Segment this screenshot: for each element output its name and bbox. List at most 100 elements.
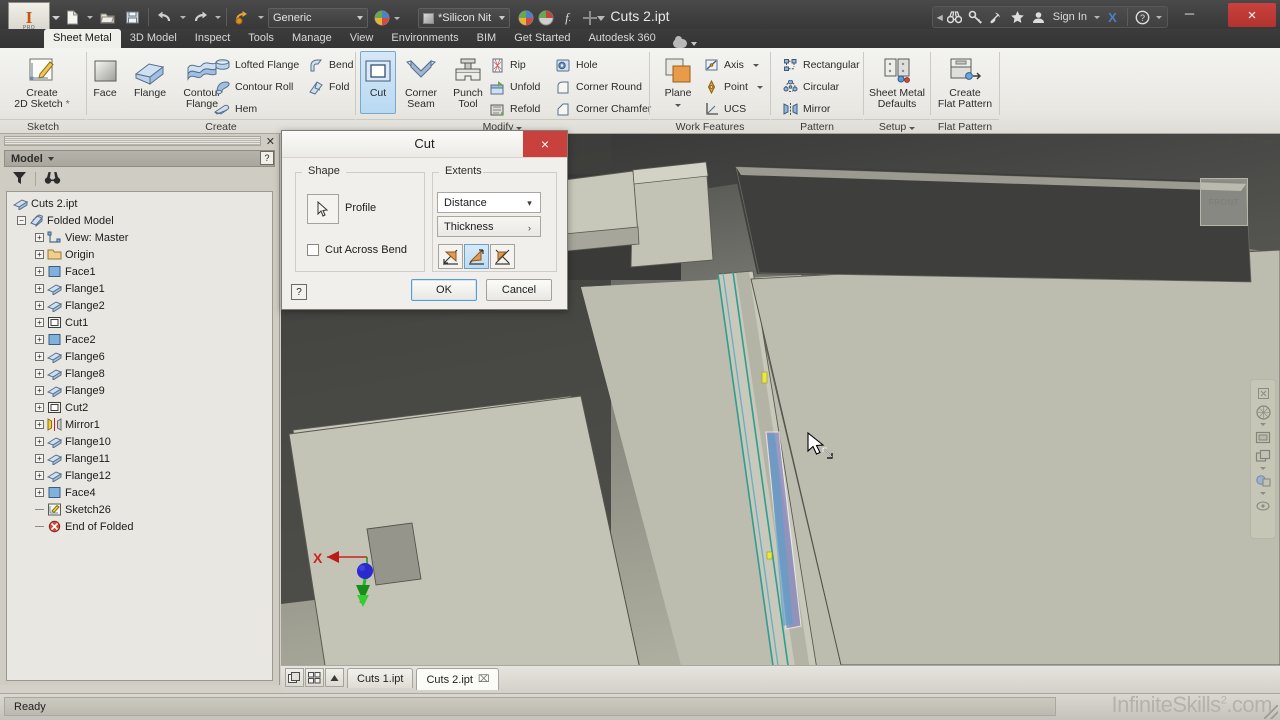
document-tab-close-icon[interactable]: ⌧ (478, 674, 490, 685)
zoom-icon[interactable] (1254, 448, 1272, 464)
tab-get-started[interactable]: Get Started (505, 29, 579, 48)
tab-environments[interactable]: Environments (382, 29, 467, 48)
tree-item-view-master[interactable]: + View: Master (7, 229, 272, 246)
select-profile-button[interactable] (307, 194, 339, 224)
chevron-down-icon[interactable] (47, 156, 54, 161)
wheel-dropdown-icon[interactable] (1260, 423, 1266, 426)
navigation-bar[interactable] (1250, 379, 1276, 539)
minimize-button[interactable]: ─ (1167, 0, 1212, 26)
model-tree[interactable]: Cuts 2.ipt − Folded Model + View: Master… (6, 191, 273, 681)
sign-in-label[interactable]: Sign In (1050, 11, 1090, 23)
person-icon[interactable] (1029, 8, 1048, 27)
face-button[interactable]: Face (82, 52, 128, 99)
ribbon-options-dropdown[interactable] (665, 36, 705, 48)
direction-1-button[interactable] (438, 244, 463, 269)
fold-button[interactable]: Fold (305, 76, 349, 98)
tab-view[interactable]: View (341, 29, 383, 48)
direction-symmetric-button[interactable] (490, 244, 515, 269)
tree-item-flange8[interactable]: + Flange8 (7, 365, 272, 382)
scroll-up-icon[interactable] (325, 668, 344, 687)
corner-chamfer-button[interactable]: Corner Chamfer (552, 98, 651, 120)
cut-dialog-close-button[interactable]: × (523, 131, 567, 157)
circular-pattern-button[interactable]: Circular (779, 76, 839, 98)
help-icon[interactable]: ? (1133, 8, 1152, 27)
corner-seam-button[interactable]: Corner Seam (395, 52, 447, 110)
document-close-button[interactable]: ✕ (1263, 137, 1272, 150)
corner-round-button[interactable]: Corner Round (552, 76, 642, 98)
document-tab-cuts1[interactable]: Cuts 1.ipt (347, 668, 414, 688)
tree-item-flange11[interactable]: + Flange11 (7, 450, 272, 467)
contour-roll-button[interactable]: Contour Roll (211, 76, 293, 98)
tab-inspect[interactable]: Inspect (186, 29, 239, 48)
tree-expand-icon[interactable]: + (35, 488, 44, 497)
zoom-dropdown-icon[interactable] (1260, 467, 1266, 470)
navbar-close-icon[interactable] (1254, 385, 1272, 401)
tree-item-cuts2[interactable]: Cuts 2.ipt (7, 195, 272, 212)
tree-expand-icon[interactable]: + (35, 386, 44, 395)
cancel-button[interactable]: Cancel (486, 279, 552, 301)
tree-expand-icon[interactable]: + (35, 267, 44, 276)
ok-button[interactable]: OK (411, 279, 477, 301)
tree-expand-icon[interactable]: + (35, 420, 44, 429)
tree-item-face4[interactable]: + Face4 (7, 484, 272, 501)
mirror-button[interactable]: Mirror (779, 98, 830, 120)
tree-item-origin[interactable]: + Origin (7, 246, 272, 263)
pan-icon[interactable] (1254, 429, 1272, 445)
rip-button[interactable]: Rip (486, 54, 526, 76)
tree-expand-icon[interactable]: + (35, 352, 44, 361)
binoculars-icon[interactable] (44, 171, 61, 188)
filter-icon[interactable] (12, 171, 27, 188)
tile-windows-icon[interactable] (285, 668, 304, 687)
expand-arrow-icon[interactable]: › (522, 220, 537, 235)
flange-button[interactable]: Flange (125, 52, 175, 99)
browser-help-icon[interactable]: ? (260, 151, 274, 165)
tree-expand-icon[interactable]: + (35, 301, 44, 310)
sheet-metal-defaults-button[interactable]: Sheet Metal Defaults (867, 52, 927, 110)
tree-expand-icon[interactable]: + (35, 335, 44, 344)
tree-expand-icon[interactable]: + (35, 454, 44, 463)
tab-sheet-metal[interactable]: Sheet Metal (44, 29, 121, 48)
tree-item-flange6[interactable]: + Flange6 (7, 348, 272, 365)
document-restore-button[interactable]: ❐ (1244, 137, 1254, 150)
tree-item-flange10[interactable]: + Flange10 (7, 433, 272, 450)
ucs-button[interactable]: UCS (700, 98, 746, 120)
help-dropdown-icon[interactable] (1154, 5, 1163, 29)
orbit-dropdown-icon[interactable] (1260, 492, 1266, 495)
cut-across-bend-checkbox-row[interactable]: Cut Across Bend (307, 244, 407, 256)
chevron-down-icon[interactable] (756, 85, 763, 89)
tab-3d-model[interactable]: 3D Model (121, 29, 186, 48)
tree-expand-icon[interactable]: + (35, 471, 44, 480)
tree-item-flange12[interactable]: + Flange12 (7, 467, 272, 484)
tree-item-mirror1[interactable]: + Mirror1 (7, 416, 272, 433)
punch-tool-button[interactable]: Punch Tool (444, 52, 492, 110)
look-at-icon[interactable] (1254, 498, 1272, 514)
tree-item-flange1[interactable]: + Flange1 (7, 280, 272, 297)
direction-2-button[interactable] (464, 244, 489, 269)
tree-expand-icon[interactable]: + (35, 369, 44, 378)
rectangular-pattern-button[interactable]: Rectangular (779, 54, 860, 76)
cut-dialog-title-bar[interactable]: Cut × (282, 131, 567, 158)
distance-value-field[interactable]: Thickness › (437, 216, 541, 237)
tree-item-face1[interactable]: + Face1 (7, 263, 272, 280)
create-2d-sketch-button[interactable]: Create 2D Sketch * (14, 52, 70, 110)
tree-item-cut1[interactable]: + Cut1 (7, 314, 272, 331)
cut-across-bend-checkbox[interactable] (307, 244, 319, 256)
panel-drag-grip[interactable] (4, 136, 261, 146)
chevron-down-icon[interactable] (752, 63, 759, 67)
cut-button[interactable]: Cut (360, 51, 396, 114)
tree-expand-icon[interactable]: + (35, 318, 44, 327)
tab-tools[interactable]: Tools (239, 29, 283, 48)
tree-item-face2[interactable]: + Face2 (7, 331, 272, 348)
unfold-button[interactable]: Unfold (486, 76, 540, 98)
ribbon-group-label-setup[interactable]: Setup (864, 119, 930, 134)
tab-autodesk-360[interactable]: Autodesk 360 (579, 29, 664, 48)
star-icon[interactable] (1008, 8, 1027, 27)
bend-button[interactable]: Bend (305, 54, 354, 76)
document-minimize-button[interactable]: ─ (1227, 137, 1235, 149)
hole-button[interactable]: Hole (552, 54, 598, 76)
dialog-help-button[interactable]: ? (291, 284, 307, 300)
hem-button[interactable]: Hem (211, 98, 257, 120)
panel-close-icon[interactable]: ✕ (266, 135, 275, 148)
tree-expand-icon[interactable]: + (35, 250, 44, 259)
search-binoculars-icon[interactable] (945, 8, 964, 27)
